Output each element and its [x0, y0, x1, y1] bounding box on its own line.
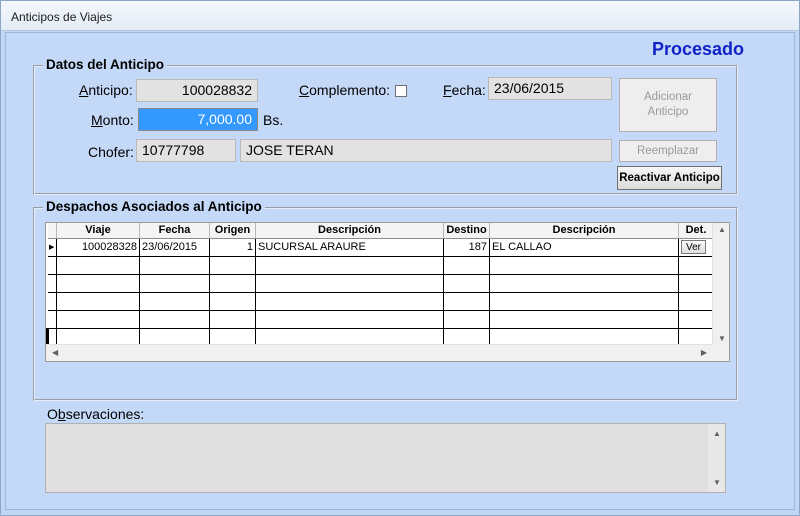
adicionar-anticipo-button[interactable]: Adicionar Anticipo — [619, 78, 717, 132]
cell-descripcion-origen[interactable]: SUCURSAL ARAURE — [255, 238, 444, 257]
column-header-descripcion-destino[interactable]: Descripción — [489, 223, 679, 239]
table-row[interactable] — [47, 310, 714, 329]
title-bar: Anticipos de Viajes — [1, 1, 799, 31]
reactivar-anticipo-button[interactable]: Reactivar Anticipo — [617, 166, 722, 190]
chofer-label: Chofer: — [88, 144, 134, 160]
grid-horizontal-scrollbar[interactable]: ◀ ▶ — [46, 344, 713, 361]
scroll-up-icon[interactable]: ▲ — [718, 225, 726, 234]
column-header-origen[interactable]: Origen — [209, 223, 256, 239]
observaciones-label: Observaciones: — [47, 406, 145, 422]
table-row[interactable]: ▶ 100028328 23/06/2015 1 SUCURSAL ARAURE… — [47, 238, 714, 257]
fecha-label: Fecha: — [443, 82, 486, 98]
complemento-label: Complemento: — [299, 82, 391, 98]
scroll-left-icon[interactable]: ◀ — [52, 348, 58, 357]
status-label: Procesado — [652, 39, 745, 59]
datos-anticipo-legend: Datos del Anticipo — [43, 57, 168, 72]
table-row[interactable] — [47, 274, 714, 293]
scroll-down-icon[interactable]: ▼ — [713, 478, 721, 487]
observaciones-scrollbar[interactable]: ▲ ▼ — [708, 424, 725, 492]
column-header-descripcion-origen[interactable]: Descripción — [255, 223, 444, 239]
anticipo-label: Anticipo: — [79, 82, 133, 98]
app-window: Anticipos de Viajes Procesado Datos del … — [0, 0, 800, 516]
scroll-down-icon[interactable]: ▼ — [718, 334, 726, 343]
reemplazar-button[interactable]: Reemplazar — [619, 140, 717, 162]
cell-fecha[interactable]: 23/06/2015 — [139, 238, 210, 257]
scroll-corner — [712, 344, 729, 361]
table-row[interactable] — [47, 292, 714, 311]
despachos-grid[interactable]: Viaje Fecha Origen Descripción Destino D… — [45, 222, 730, 362]
column-header-det[interactable]: Det. — [678, 223, 714, 239]
monto-field[interactable]: 7,000.00 — [138, 108, 258, 131]
window-title: Anticipos de Viajes — [11, 10, 113, 24]
scroll-right-icon[interactable]: ▶ — [701, 348, 707, 357]
complemento-checkbox[interactable] — [395, 85, 407, 97]
table-header-row: Viaje Fecha Origen Descripción Destino D… — [47, 223, 714, 239]
monto-unit: Bs. — [263, 112, 284, 128]
table-row[interactable] — [47, 256, 714, 275]
despachos-table: Viaje Fecha Origen Descripción Destino D… — [46, 223, 714, 347]
monto-label: Monto: — [91, 112, 134, 128]
observaciones-textarea[interactable]: ▲ ▼ — [45, 423, 726, 493]
despachos-legend: Despachos Asociados al Anticipo — [43, 199, 265, 214]
row-pointer-icon: ▶ — [47, 238, 57, 257]
column-header-destino[interactable]: Destino — [443, 223, 490, 239]
fecha-field[interactable]: 23/06/2015 — [488, 77, 612, 100]
column-header-viaje[interactable]: Viaje — [56, 223, 140, 239]
column-header-fecha[interactable]: Fecha — [139, 223, 210, 239]
cell-descripcion-destino[interactable]: EL CALLAO — [489, 238, 679, 257]
cell-viaje[interactable]: 100028328 — [56, 238, 140, 257]
chofer-id-field[interactable]: 10777798 — [136, 139, 236, 162]
chofer-name-field[interactable]: JOSE TERAN — [240, 139, 612, 162]
cell-det: Ver — [678, 238, 714, 257]
anticipo-field[interactable]: 100028832 — [136, 79, 258, 102]
scroll-up-icon[interactable]: ▲ — [713, 429, 721, 438]
ver-button[interactable]: Ver — [681, 240, 707, 254]
grid-vertical-scrollbar[interactable]: ▲ ▼ — [712, 223, 729, 345]
cell-destino[interactable]: 187 — [443, 238, 490, 257]
row-selector-header — [47, 223, 57, 239]
cell-origen[interactable]: 1 — [209, 238, 256, 257]
